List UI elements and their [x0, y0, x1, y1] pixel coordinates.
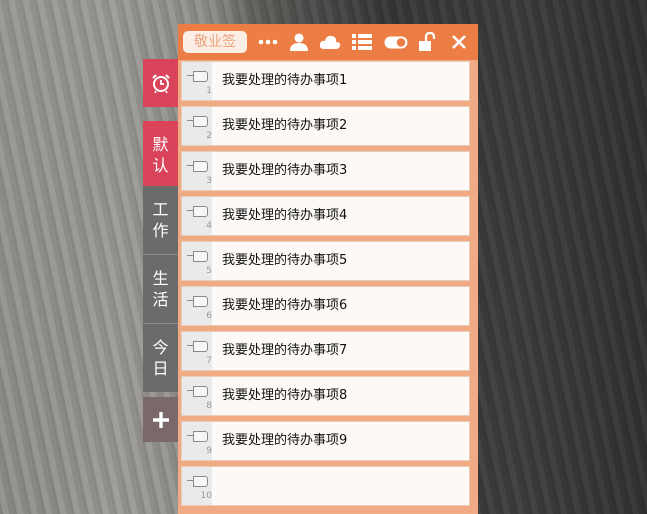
tab-label: 认: [152, 156, 169, 175]
item-number: 6: [206, 311, 212, 321]
tab-label: 工: [152, 200, 169, 219]
item-text[interactable]: 我要处理的待办事项5: [222, 242, 347, 280]
more-icon: [258, 39, 278, 45]
tab-label: 作: [152, 221, 169, 240]
item-text[interactable]: 我要处理的待办事项1: [222, 62, 347, 100]
todo-item[interactable]: 9 我要处理的待办事项9: [181, 421, 470, 461]
tab-work[interactable]: 工 作: [143, 186, 178, 254]
lock-button[interactable]: [416, 31, 438, 53]
title-bar: 敬业签: [178, 24, 478, 60]
cloud-sync-button[interactable]: [319, 31, 341, 53]
item-number: 3: [206, 176, 212, 186]
tab-label: 活: [152, 290, 169, 309]
item-checkbox[interactable]: [187, 206, 208, 217]
todo-item[interactable]: 10: [181, 466, 470, 506]
close-button[interactable]: [448, 31, 470, 53]
item-text[interactable]: 我要处理的待办事项7: [222, 332, 347, 370]
tab-today[interactable]: 今 日: [143, 324, 178, 392]
user-icon: [290, 33, 308, 51]
app-logo: 敬业签: [183, 31, 247, 53]
todo-item[interactable]: 5 我要处理的待办事项5: [181, 241, 470, 281]
user-button[interactable]: [288, 31, 310, 53]
add-category-button[interactable]: [143, 397, 178, 442]
todo-item[interactable]: 2 我要处理的待办事项2: [181, 106, 470, 146]
item-number: 9: [206, 446, 212, 456]
item-checkbox[interactable]: [187, 116, 208, 127]
item-number: 10: [200, 491, 212, 501]
tab-label: 日: [152, 359, 169, 378]
item-checkbox[interactable]: [187, 341, 208, 352]
item-checkbox[interactable]: [187, 476, 208, 487]
todo-item[interactable]: 7 我要处理的待办事项7: [181, 331, 470, 371]
item-text[interactable]: 我要处理的待办事项6: [222, 287, 347, 325]
tab-label: 今: [152, 338, 169, 357]
alarm-clock-icon: [151, 74, 170, 94]
item-checkbox[interactable]: [187, 431, 208, 442]
plus-icon: [152, 411, 169, 428]
item-text[interactable]: 我要处理的待办事项4: [222, 197, 347, 235]
todo-item[interactable]: 4 我要处理的待办事项4: [181, 196, 470, 236]
todo-item[interactable]: 6 我要处理的待办事项6: [181, 286, 470, 326]
todo-item[interactable]: 8 我要处理的待办事项8: [181, 376, 470, 416]
item-number: 5: [206, 266, 212, 276]
cloud-icon: [319, 35, 341, 49]
list-icon: [352, 34, 372, 50]
more-button[interactable]: [257, 31, 279, 53]
item-number: 7: [206, 356, 212, 366]
sticky-note-app: 默 认 工 作 生 活 今 日 敬业签 1 我要处理的待办事项1 2 我要处理的…: [143, 24, 478, 514]
item-text[interactable]: 我要处理的待办事项8: [222, 377, 347, 415]
close-icon: [452, 35, 466, 49]
item-number: 4: [206, 221, 212, 231]
item-text[interactable]: 我要处理的待办事项9: [222, 422, 347, 460]
item-number: 1: [206, 86, 212, 96]
tab-label: 默: [152, 135, 169, 154]
item-checkbox[interactable]: [187, 71, 208, 82]
item-text[interactable]: 我要处理的待办事项2: [222, 107, 347, 145]
todo-item[interactable]: 1 我要处理的待办事项1: [181, 61, 470, 101]
item-text[interactable]: 我要处理的待办事项3: [222, 152, 347, 190]
item-number: 2: [206, 131, 212, 141]
item-number: 8: [206, 401, 212, 411]
todo-item[interactable]: 3 我要处理的待办事项3: [181, 151, 470, 191]
item-checkbox[interactable]: [187, 251, 208, 262]
item-checkbox[interactable]: [187, 386, 208, 397]
list-view-button[interactable]: [351, 31, 373, 53]
toggle-icon: [384, 36, 408, 48]
item-checkbox[interactable]: [187, 296, 208, 307]
tab-life[interactable]: 生 活: [143, 255, 178, 323]
item-checkbox[interactable]: [187, 161, 208, 172]
tab-label: 生: [152, 269, 169, 288]
alarm-button[interactable]: [143, 59, 178, 107]
tab-default[interactable]: 默 认: [143, 121, 178, 189]
toggle-button[interactable]: [383, 31, 409, 53]
notes-panel: 敬业签 1 我要处理的待办事项1 2 我要处理的待办事项2 3 我要处理的待办事…: [178, 24, 478, 514]
unlock-icon: [419, 32, 436, 51]
